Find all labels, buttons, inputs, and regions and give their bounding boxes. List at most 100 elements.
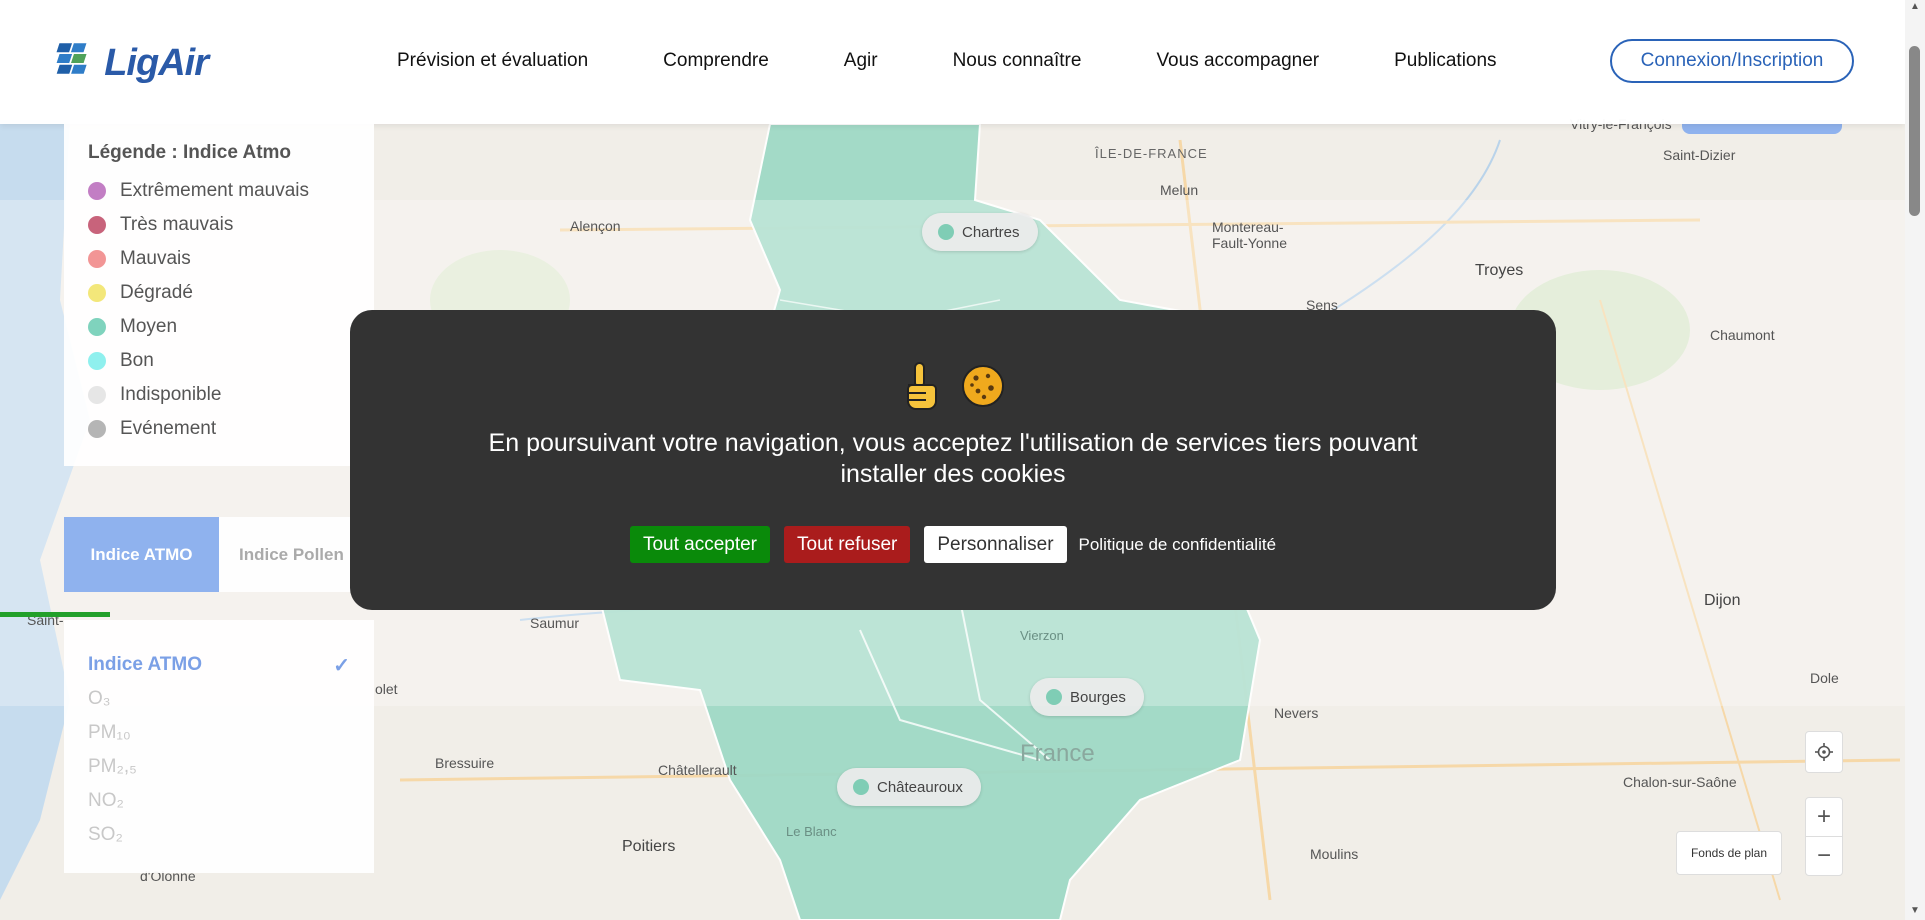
nav-agir[interactable]: Agir bbox=[844, 50, 878, 72]
refuse-all-button[interactable]: Tout refuser bbox=[784, 526, 911, 563]
city-marker-label: Bourges bbox=[1070, 688, 1126, 706]
scrollbar-thumb[interactable] bbox=[1909, 46, 1920, 216]
legend-swatch bbox=[88, 182, 106, 200]
city-marker-bourges[interactable]: Bourges bbox=[1030, 678, 1144, 716]
pollutant-list: Indice ATMO ✓ O₃ PM₁₀ PM₂,₅ NO₂ SO₂ bbox=[64, 620, 374, 873]
map-label-chaumont: Chaumont bbox=[1710, 327, 1775, 343]
pollutant-option[interactable]: PM₁₀ bbox=[88, 716, 350, 750]
nav-nous-connaitre[interactable]: Nous connaître bbox=[953, 50, 1082, 72]
legend-item: Moyen bbox=[88, 310, 374, 344]
legend-swatch bbox=[88, 318, 106, 336]
map-label-chatellerault: Châtellerault bbox=[658, 762, 737, 778]
city-marker-chartres[interactable]: Chartres bbox=[922, 213, 1038, 251]
map-label-moulins: Moulins bbox=[1310, 846, 1359, 862]
map-label-vierzon: Vierzon bbox=[1020, 628, 1064, 643]
atmo-dot-icon bbox=[938, 224, 954, 240]
legend-swatch bbox=[88, 216, 106, 234]
pollutant-label: SO₂ bbox=[88, 824, 123, 845]
cookie-message: En poursuivant votre navigation, vous ac… bbox=[488, 429, 1418, 488]
legend-item-label: Extrêmement mauvais bbox=[120, 180, 310, 201]
nav-comprendre[interactable]: Comprendre bbox=[663, 50, 769, 72]
site-header: LigAir Prévision et évaluation Comprendr… bbox=[0, 0, 1905, 124]
map-label-saumur: Saumur bbox=[530, 615, 580, 631]
map-label-montereau: Montereau- Fault-Yonne bbox=[1212, 219, 1287, 251]
map-label-bressuire: Bressuire bbox=[435, 755, 495, 771]
city-marker-label: Chartres bbox=[962, 223, 1020, 241]
login-button[interactable]: Connexion/Inscription bbox=[1610, 39, 1854, 83]
legend-item: Extrêmement mauvais bbox=[88, 174, 374, 208]
accept-all-button[interactable]: Tout accepter bbox=[629, 526, 771, 563]
pollutant-label: Indice ATMO bbox=[88, 654, 202, 675]
logo-text: LigAir bbox=[104, 41, 209, 84]
legend-item-label: Evénement bbox=[120, 418, 217, 439]
legend-item: Très mauvais bbox=[88, 208, 374, 242]
map-label-dole: Dole bbox=[1810, 670, 1839, 686]
pollutant-label: NO₂ bbox=[88, 790, 124, 811]
legend-item-label: Indisponible bbox=[120, 384, 222, 405]
pollutant-option[interactable]: O₃ bbox=[88, 682, 350, 716]
legend-swatch bbox=[88, 420, 106, 438]
map-label-ile-de-france: ÎLE-DE-FRANCE bbox=[1095, 146, 1208, 161]
main-nav: Prévision et évaluation Comprendre Agir … bbox=[397, 50, 1572, 72]
map-label-chalon: Chalon-sur-Saône bbox=[1623, 774, 1737, 790]
atmo-dot-icon bbox=[1046, 689, 1062, 705]
nav-vous-accompagner[interactable]: Vous accompagner bbox=[1156, 50, 1319, 72]
legend-item-label: Bon bbox=[120, 350, 154, 371]
map-label-troyes: Troyes bbox=[1475, 262, 1524, 279]
pollutant-option[interactable]: NO₂ bbox=[88, 784, 350, 818]
legend-panel: Légende : Indice Atmo Extrêmement mauvai… bbox=[64, 124, 374, 466]
tab-indice-atmo[interactable]: Indice ATMO bbox=[64, 517, 219, 592]
legend-item: Bon bbox=[88, 344, 374, 378]
nav-prevision[interactable]: Prévision et évaluation bbox=[397, 50, 588, 72]
privacy-policy-link[interactable]: Politique de confidentialité bbox=[1079, 535, 1277, 555]
zoom-out-button[interactable]: − bbox=[1806, 837, 1842, 875]
map-label-saint-dizier: Saint-Dizier bbox=[1663, 147, 1736, 163]
map-label-nevers: Nevers bbox=[1274, 705, 1319, 721]
legend-swatch bbox=[88, 284, 106, 302]
legend-swatch bbox=[88, 386, 106, 404]
hand-pointing-up-icon bbox=[907, 362, 937, 410]
loading-progress-bar bbox=[0, 612, 110, 617]
legend-item-label: Mauvais bbox=[120, 248, 191, 269]
pollutant-option[interactable]: SO₂ bbox=[88, 818, 350, 852]
basemap-button[interactable]: Fonds de plan bbox=[1676, 831, 1782, 875]
legend-swatch bbox=[88, 250, 106, 268]
city-marker-chateauroux[interactable]: Châteauroux bbox=[837, 768, 981, 806]
locate-button[interactable] bbox=[1805, 731, 1843, 773]
check-icon: ✓ bbox=[333, 654, 350, 677]
zoom-control: + − bbox=[1805, 797, 1843, 876]
map-label-melun: Melun bbox=[1160, 182, 1199, 198]
legend-title: Légende : Indice Atmo bbox=[88, 142, 292, 163]
map-label-dijon: Dijon bbox=[1704, 592, 1741, 609]
legend-item-label: Très mauvais bbox=[120, 214, 234, 235]
cookie-actions: Tout accepter Tout refuser Personnaliser… bbox=[350, 526, 1556, 563]
scroll-up-icon[interactable]: ▲ bbox=[1910, 2, 1920, 12]
cookie-consent-modal: En poursuivant votre navigation, vous ac… bbox=[350, 310, 1556, 610]
legend-item: Dégradé bbox=[88, 276, 374, 310]
customize-button[interactable]: Personnaliser bbox=[924, 526, 1067, 563]
crosshair-icon bbox=[1815, 743, 1833, 761]
pollutant-label: PM₁₀ bbox=[88, 722, 131, 743]
legend-item: Mauvais bbox=[88, 242, 374, 276]
cookie-icons bbox=[350, 358, 1556, 414]
legend-item-label: Dégradé bbox=[120, 282, 193, 303]
pollutant-label: PM₂,₅ bbox=[88, 756, 137, 777]
pollutant-option[interactable]: PM₂,₅ bbox=[88, 750, 350, 784]
scroll-down-icon[interactable]: ▼ bbox=[1910, 906, 1920, 916]
atmo-dot-icon bbox=[853, 779, 869, 795]
legend-swatch bbox=[88, 352, 106, 370]
pollutant-label: O₃ bbox=[88, 688, 111, 709]
nav-publications[interactable]: Publications bbox=[1394, 50, 1496, 72]
zoom-in-button[interactable]: + bbox=[1806, 798, 1842, 836]
ligair-logo-icon bbox=[56, 43, 87, 74]
city-marker-label: Châteauroux bbox=[877, 778, 963, 796]
legend-item: Evénement bbox=[88, 412, 374, 446]
map-label-alencon: Alençon bbox=[570, 218, 621, 234]
pollutant-option[interactable]: Indice ATMO ✓ bbox=[88, 648, 350, 682]
map-label-france: France bbox=[1020, 740, 1095, 767]
map-label-le-blanc: Le Blanc bbox=[786, 824, 837, 839]
legend-item: Indisponible bbox=[88, 378, 374, 412]
cookie-icon bbox=[962, 365, 1004, 407]
map-label-cholet: olet bbox=[375, 681, 398, 697]
ligair-logo[interactable]: LigAir bbox=[48, 36, 209, 90]
